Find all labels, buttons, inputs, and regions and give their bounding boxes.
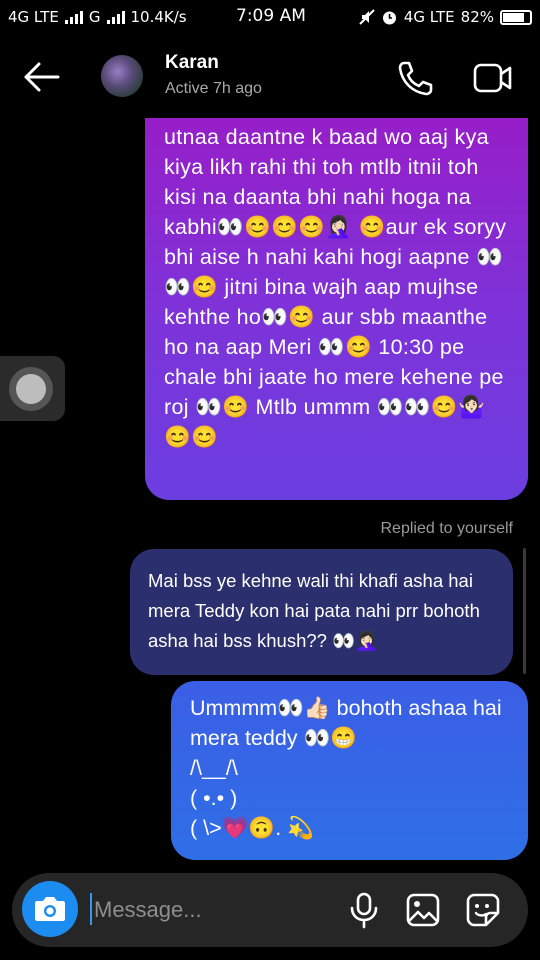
back-arrow-icon bbox=[24, 62, 60, 92]
network-label: 4G LTE bbox=[8, 8, 59, 26]
replied-label: Replied to yourself bbox=[380, 520, 513, 537]
replied-message-bubble[interactable]: Mai bss ye kehne wali thi khafi asha hai… bbox=[130, 549, 513, 675]
gallery-button[interactable] bbox=[404, 891, 442, 929]
video-call-button[interactable] bbox=[472, 60, 514, 96]
reply-indicator-bar bbox=[523, 548, 526, 674]
contact-status: Active 7h ago bbox=[165, 80, 262, 97]
phone-icon bbox=[398, 61, 433, 96]
contact-avatar[interactable] bbox=[101, 55, 143, 97]
voice-call-button[interactable] bbox=[396, 58, 436, 98]
mute-icon bbox=[359, 9, 375, 25]
assistive-touch-button[interactable] bbox=[0, 356, 65, 421]
battery-percent: 82% bbox=[460, 8, 494, 26]
status-left: 4G LTE G 10.4K/s bbox=[8, 8, 187, 26]
back-button[interactable] bbox=[22, 60, 62, 94]
video-camera-icon bbox=[473, 63, 512, 93]
voice-message-button[interactable] bbox=[346, 891, 382, 929]
status-time: 7:09 AM bbox=[236, 6, 306, 26]
message-input[interactable] bbox=[90, 891, 334, 929]
camera-icon bbox=[35, 897, 65, 921]
chat-header: Karan Active 7h ago bbox=[0, 34, 540, 118]
microphone-icon bbox=[350, 892, 378, 929]
battery-icon bbox=[500, 9, 532, 25]
network-label-right: 4G LTE bbox=[403, 8, 455, 26]
signal-bars-icon bbox=[106, 10, 125, 24]
status-right: 4G LTE 82% bbox=[359, 8, 532, 26]
camera-button[interactable] bbox=[22, 881, 78, 937]
assistive-dot-icon bbox=[16, 374, 46, 404]
message-composer bbox=[12, 873, 528, 947]
signal-bars-icon bbox=[64, 10, 83, 24]
message-bubble[interactable]: utnaa daantne k baad wo aaj kya kiya lik… bbox=[145, 90, 528, 500]
alarm-icon bbox=[381, 9, 398, 26]
network-label-2: G bbox=[88, 8, 101, 26]
status-bar: 4G LTE G 10.4K/s 7:09 AM 4G LTE 82% bbox=[0, 0, 540, 34]
network-speed: 10.4K/s bbox=[130, 8, 187, 26]
sticker-icon bbox=[466, 893, 500, 927]
sticker-button[interactable] bbox=[464, 891, 502, 929]
gallery-icon bbox=[406, 893, 440, 927]
message-bubble[interactable]: Ummmm👀👍🏻 bohoth ashaa hai mera teddy 👀😁 … bbox=[171, 681, 528, 860]
contact-name[interactable]: Karan bbox=[165, 52, 219, 74]
